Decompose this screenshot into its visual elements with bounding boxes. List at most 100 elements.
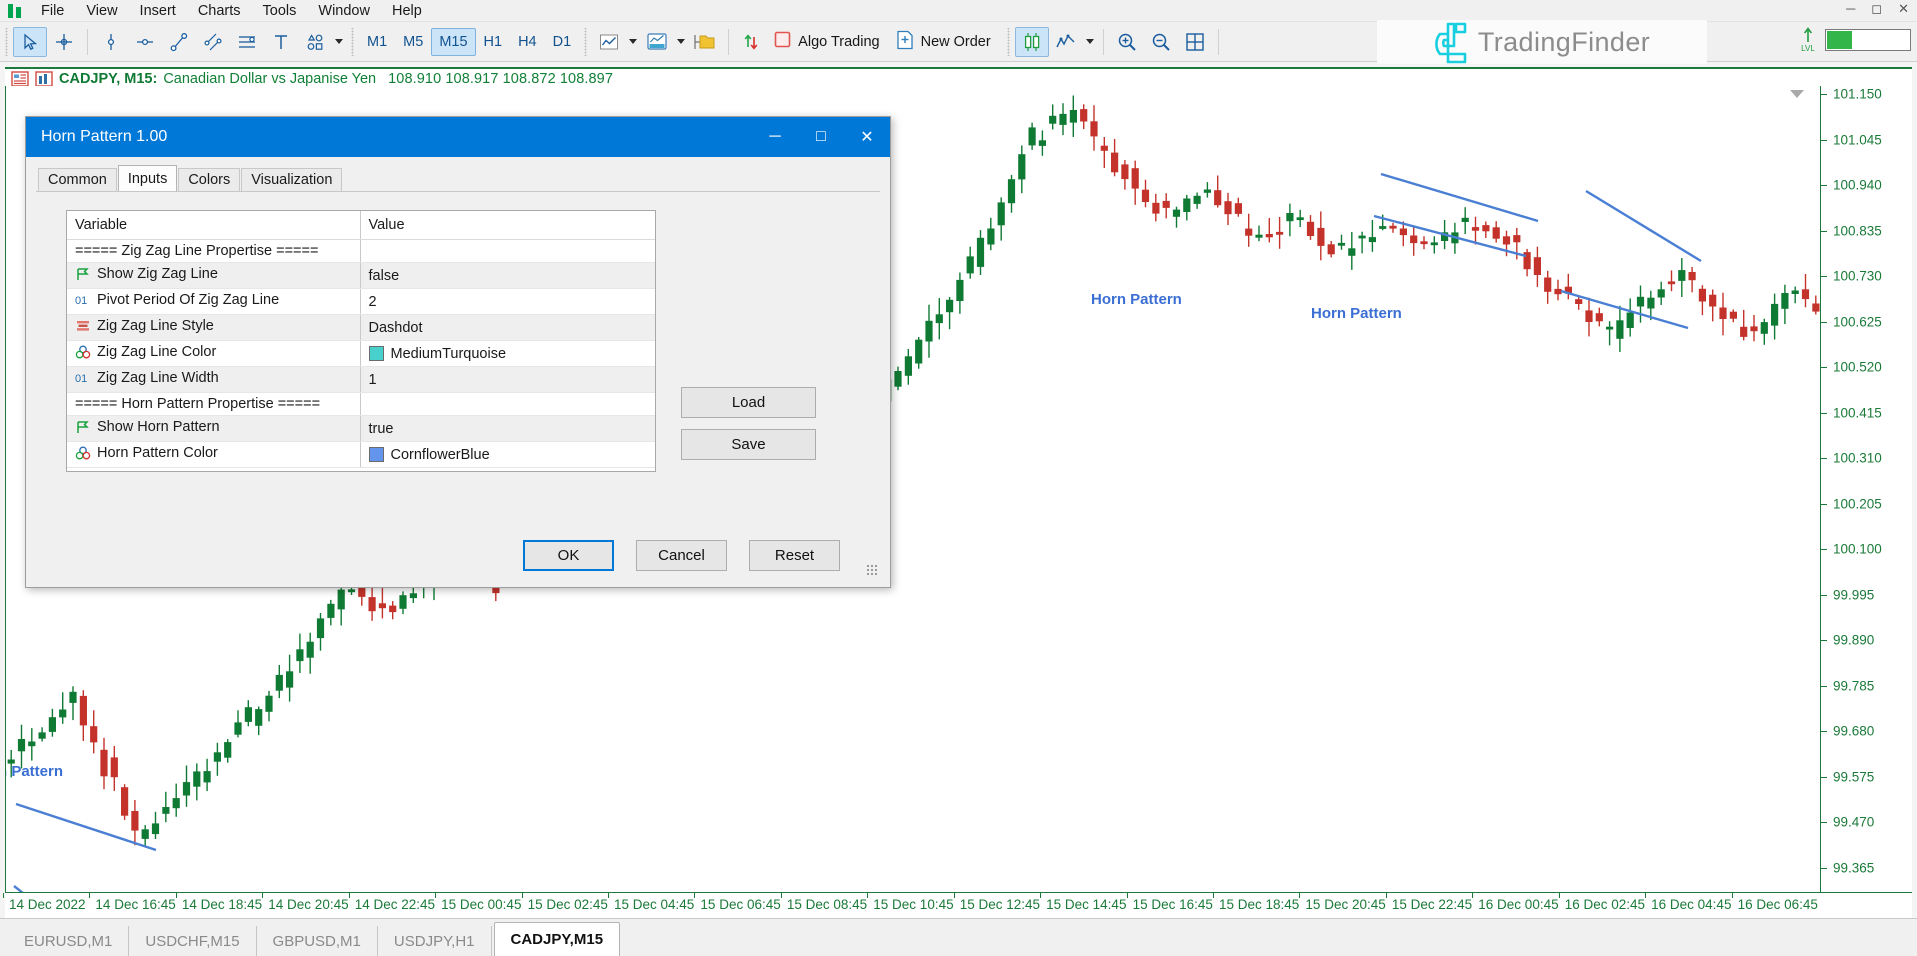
tile-windows-button[interactable] [1178, 27, 1212, 57]
autotrading-arrows-button[interactable] [735, 27, 769, 57]
inputs-grid[interactable]: Variable Value ===== Zig Zag Line Proper… [66, 210, 656, 472]
dialog-maximize-button[interactable]: □ [798, 117, 844, 157]
timeframe-m5-button[interactable]: M5 [395, 28, 431, 56]
grid-cell-value[interactable]: 2 [360, 289, 655, 315]
grid-cell-value[interactable]: 1 [360, 367, 655, 393]
chart-tab-eurusd[interactable]: EURUSD,M1 [8, 926, 129, 956]
candlestick-chart-button[interactable] [1015, 27, 1049, 57]
chart-tab-usdchf[interactable]: USDCHF,M15 [129, 926, 256, 956]
price-tick-label: 99.575 [1833, 769, 1874, 784]
indicator-properties-dialog[interactable]: Horn Pattern 1.00 ─ □ ✕ Common Inputs Co… [25, 116, 891, 588]
chart-tab-cadjpy[interactable]: CADJPY,M15 [494, 922, 621, 956]
chart-tab-usdjpy[interactable]: USDJPY,H1 [378, 926, 492, 956]
grid-row[interactable]: ===== Horn Pattern Propertise ===== [67, 393, 655, 416]
time-tick [867, 893, 868, 898]
grid-cell-value[interactable]: true [360, 416, 655, 442]
price-tick [1821, 868, 1827, 869]
grid-row[interactable]: Horn Pattern ColorCornflowerBlue [67, 442, 655, 468]
grid-row[interactable]: Show Horn Patterntrue [67, 416, 655, 442]
shapes-tool-button[interactable] [298, 27, 332, 57]
load-button[interactable]: Load [681, 387, 816, 418]
toolbar-grip-4[interactable] [1006, 28, 1012, 56]
time-tick-label: 16 Dec 04:45 [1651, 897, 1731, 912]
toolbar-grip[interactable] [4, 28, 10, 56]
chart-indicator-icon[interactable] [35, 71, 53, 87]
grid-cell-value[interactable]: MediumTurquoise [360, 341, 655, 367]
window-close-button[interactable]: ✕ [1898, 1, 1909, 17]
menu-file[interactable]: File [30, 0, 75, 22]
vertical-line-tool-button[interactable] [94, 27, 128, 57]
shapes-dropdown-caret-icon[interactable] [332, 27, 346, 57]
price-scale[interactable]: 101.150101.045100.940100.835100.730100.6… [1820, 86, 1912, 892]
grid-row[interactable]: ===== Zig Zag Line Propertise ===== [67, 240, 655, 263]
price-tick [1821, 185, 1827, 186]
color-icon [75, 345, 93, 363]
menu-tools[interactable]: Tools [252, 0, 308, 22]
tab-visualization[interactable]: Visualization [241, 168, 342, 191]
channel-tool-button[interactable] [196, 27, 230, 57]
grid-cell-value[interactable] [360, 240, 655, 263]
save-button[interactable]: Save [681, 429, 816, 460]
toolbar-grip-3[interactable] [583, 28, 589, 56]
ok-button[interactable]: OK [523, 540, 614, 571]
fibonacci-tool-button[interactable] [230, 27, 264, 57]
window-restore-button[interactable]: ◻ [1871, 1, 1882, 17]
zoom-out-button[interactable] [1144, 27, 1178, 57]
crosshair-tool-button[interactable] [47, 27, 81, 57]
zoom-in-button[interactable] [1110, 27, 1144, 57]
menu-charts[interactable]: Charts [187, 0, 252, 22]
time-tick-label: 16 Dec 06:45 [1738, 897, 1818, 912]
algo-trading-button[interactable]: Algo Trading [769, 27, 890, 57]
grid-row[interactable]: 01Zig Zag Line Width1 [67, 367, 655, 393]
menu-window[interactable]: Window [307, 0, 381, 22]
grid-row[interactable]: Zig Zag Line ColorMediumTurquoise [67, 341, 655, 367]
timeframe-h4-button[interactable]: H4 [510, 28, 545, 56]
price-tick [1821, 94, 1827, 95]
open-folder-button[interactable] [688, 27, 722, 57]
chart-scroll-marker-icon[interactable] [1790, 86, 1804, 95]
dialog-title-bar[interactable]: Horn Pattern 1.00 ─ □ ✕ [26, 117, 890, 157]
window-minimize-button[interactable]: ─ [1846, 1, 1855, 17]
grid-cell-value[interactable]: false [360, 263, 655, 289]
templates-dropdown-caret-icon[interactable] [674, 27, 688, 57]
connection-strength-indicator[interactable] [1825, 29, 1911, 51]
trendline-tool-button[interactable] [162, 27, 196, 57]
tab-colors[interactable]: Colors [178, 168, 240, 191]
text-tool-button[interactable] [264, 27, 298, 57]
chart-type-dropdown-caret-icon[interactable] [1083, 27, 1097, 57]
indicators-dropdown-caret-icon[interactable] [626, 27, 640, 57]
grid-row[interactable]: Show Zig Zag Linefalse [67, 263, 655, 289]
timeframe-m1-button[interactable]: M1 [359, 28, 395, 56]
horizontal-line-tool-button[interactable] [128, 27, 162, 57]
cursor-tool-button[interactable] [13, 27, 47, 57]
chart-templates-button[interactable] [640, 27, 674, 57]
time-scale[interactable]: 14 Dec 202214 Dec 16:4514 Dec 18:4514 De… [5, 892, 1912, 918]
menu-view[interactable]: View [75, 0, 128, 22]
chart-tab-gbpusd[interactable]: GBPUSD,M1 [257, 926, 378, 956]
data-window-icon[interactable] [11, 71, 29, 87]
timeframe-d1-button[interactable]: D1 [545, 28, 580, 56]
dialog-close-button[interactable]: ✕ [844, 117, 890, 157]
dialog-minimize-button[interactable]: ─ [752, 117, 798, 157]
grid-cell-value[interactable]: CornflowerBlue [360, 442, 655, 468]
price-tick-label: 100.205 [1833, 496, 1882, 511]
dialog-resize-grip[interactable] [866, 564, 878, 576]
line-chart-button[interactable] [1049, 27, 1083, 57]
timeframe-m15-button[interactable]: M15 [431, 28, 475, 56]
tab-common[interactable]: Common [38, 168, 117, 191]
indicators-button[interactable] [592, 27, 626, 57]
new-order-button[interactable]: New Order [891, 27, 1002, 57]
grid-cell-value[interactable] [360, 393, 655, 416]
toolbar-grip-2[interactable] [350, 28, 356, 56]
menu-insert[interactable]: Insert [129, 0, 187, 22]
grid-row[interactable]: Zig Zag Line Style Dashdot [67, 315, 655, 341]
grid-row[interactable]: 01Pivot Period Of Zig Zag Line2 [67, 289, 655, 315]
reset-button[interactable]: Reset [749, 540, 840, 571]
tab-inputs[interactable]: Inputs [118, 165, 178, 191]
cancel-button[interactable]: Cancel [636, 540, 727, 571]
menu-help[interactable]: Help [381, 0, 433, 22]
timeframe-h1-button[interactable]: H1 [476, 28, 511, 56]
dialog-action-buttons: OK Cancel Reset [523, 540, 870, 571]
grid-variable-label: Zig Zag Line Style [97, 318, 214, 334]
grid-cell-value[interactable]: Dashdot [360, 315, 655, 341]
